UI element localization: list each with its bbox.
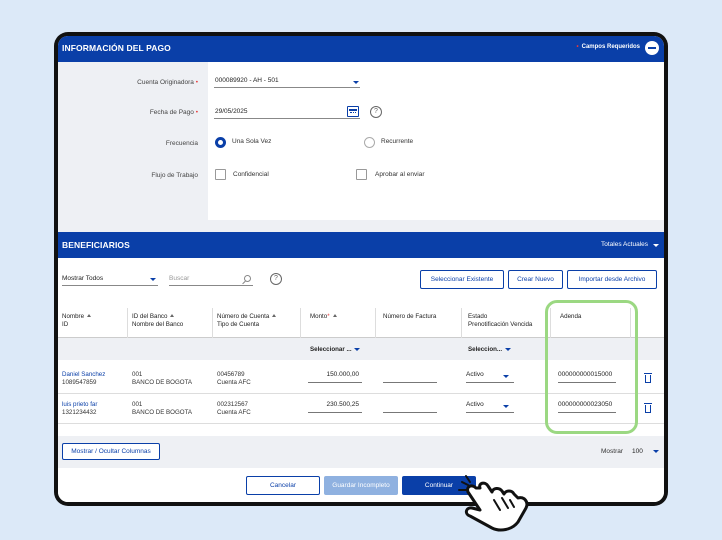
- radio-recurrent-label: Recurrente: [381, 138, 414, 145]
- addenda-highlight: [545, 300, 638, 434]
- payment-info-title: INFORMACIÓN DEL PAGO: [62, 43, 171, 53]
- show-filter-select[interactable]: Mostrar Todos: [62, 272, 158, 286]
- beneficiaries-header: BENEFICIARIOS Totales Actuales: [58, 232, 664, 258]
- bank-id: 001: [132, 371, 143, 378]
- checkbox-approve[interactable]: [356, 169, 367, 180]
- radio-once[interactable]: [215, 137, 226, 148]
- checkbox-approve-label: Aprobar al enviar: [375, 171, 425, 178]
- chevron-down-icon[interactable]: [353, 81, 359, 84]
- column-divider: [300, 308, 301, 338]
- radio-once-label: Una Sola Vez: [232, 138, 272, 145]
- invoice-input[interactable]: [383, 371, 437, 383]
- show-label: Mostrar: [601, 448, 624, 455]
- help-icon[interactable]: ?: [270, 273, 282, 285]
- trash-icon[interactable]: [644, 373, 652, 383]
- payment-info-header: INFORMACIÓN DEL PAGO • Campos Requeridos: [58, 36, 664, 62]
- invoice-input[interactable]: [383, 401, 437, 413]
- beneficiaries-title: BENEFICIARIOS: [62, 240, 130, 250]
- page-size-select[interactable]: 100: [632, 448, 643, 455]
- table-footer: Mostrar / Ocultar Columnas Mostrar 100: [58, 436, 664, 468]
- search-input[interactable]: Buscar: [169, 272, 253, 286]
- chevron-down-icon[interactable]: [505, 348, 511, 351]
- totals-toggle[interactable]: Totales Actuales: [601, 241, 648, 248]
- cancel-button[interactable]: Cancelar: [246, 476, 320, 495]
- beneficiaries-toolbar: Mostrar Todos Buscar ? Seleccionar Exist…: [58, 258, 664, 302]
- amount-input[interactable]: 230.500,25: [308, 401, 362, 413]
- collapse-icon[interactable]: [645, 41, 659, 55]
- pointer-hand-icon: [458, 475, 529, 532]
- column-divider: [461, 308, 462, 338]
- account-type: Cuenta AFC: [217, 379, 251, 386]
- chevron-down-icon[interactable]: [354, 348, 360, 351]
- calendar-icon[interactable]: [347, 106, 359, 117]
- chevron-down-icon[interactable]: [503, 405, 509, 408]
- bank-name: BANCO DE BOGOTA: [132, 379, 193, 386]
- chevron-down-icon[interactable]: [503, 375, 509, 378]
- col-invoice: Número de Factura: [383, 313, 437, 320]
- amount-filter[interactable]: Seleccionar ...: [310, 346, 352, 353]
- action-bar: Cancelar Guardar Incompleto Continuar: [58, 468, 664, 502]
- chevron-down-icon[interactable]: [653, 244, 659, 247]
- col-name[interactable]: Nombre ID: [62, 313, 92, 329]
- select-existing-button[interactable]: Seleccionar Existente: [420, 270, 504, 289]
- workflow-label: Flujo de Trabajo: [151, 172, 198, 179]
- status-filter[interactable]: Seleccion...: [468, 346, 502, 353]
- col-bank-id[interactable]: ID del Banco Nombre del Banco: [132, 313, 183, 329]
- checkbox-confidential[interactable]: [215, 169, 226, 180]
- account-label: Cuenta Originadora •: [137, 79, 198, 86]
- chevron-down-icon[interactable]: [150, 278, 156, 281]
- help-icon[interactable]: ?: [370, 106, 382, 118]
- toggle-columns-button[interactable]: Mostrar / Ocultar Columnas: [62, 443, 160, 460]
- account-type: Cuenta AFC: [217, 409, 251, 416]
- account-number: 00456789: [217, 371, 245, 378]
- column-divider: [212, 308, 213, 338]
- search-icon[interactable]: [244, 275, 251, 282]
- beneficiary-id: 1089547859: [62, 379, 97, 386]
- beneficiary-name-link[interactable]: luis prieto far: [62, 401, 97, 409]
- required-fields-note: • Campos Requeridos: [576, 44, 640, 50]
- bank-name: BANCO DE BOGOTA: [132, 409, 193, 416]
- frequency-label: Frecuencia: [165, 140, 198, 147]
- beneficiary-id: 1321234432: [62, 409, 97, 416]
- section-divider: [58, 220, 664, 232]
- date-input[interactable]: 29/05/2025: [214, 105, 360, 119]
- col-account[interactable]: Número de Cuenta Tipo de Cuenta: [217, 313, 277, 329]
- bank-id: 001: [132, 401, 143, 408]
- create-new-button[interactable]: Crear Nuevo: [508, 270, 563, 289]
- chevron-down-icon[interactable]: [653, 450, 659, 453]
- checkbox-confidential-label: Confidencial: [233, 171, 269, 178]
- column-divider: [375, 308, 376, 338]
- trash-icon[interactable]: [644, 403, 652, 413]
- account-number: 002312567: [217, 401, 248, 408]
- account-select[interactable]: 000089920 - AH - 501: [214, 74, 360, 88]
- col-amount[interactable]: Monto*: [310, 313, 337, 321]
- save-incomplete-button[interactable]: Guardar Incompleto: [324, 476, 398, 495]
- import-file-button[interactable]: Importar desde Archivo: [567, 270, 657, 289]
- beneficiary-name-link[interactable]: Daniel Sanchez: [62, 371, 105, 379]
- col-status: Estado Prenotificación Vencida: [468, 313, 533, 328]
- date-label: Fecha de Pago •: [149, 109, 198, 116]
- amount-input[interactable]: 150.000,00: [308, 371, 362, 383]
- radio-recurrent[interactable]: [364, 137, 375, 148]
- column-divider: [127, 308, 128, 338]
